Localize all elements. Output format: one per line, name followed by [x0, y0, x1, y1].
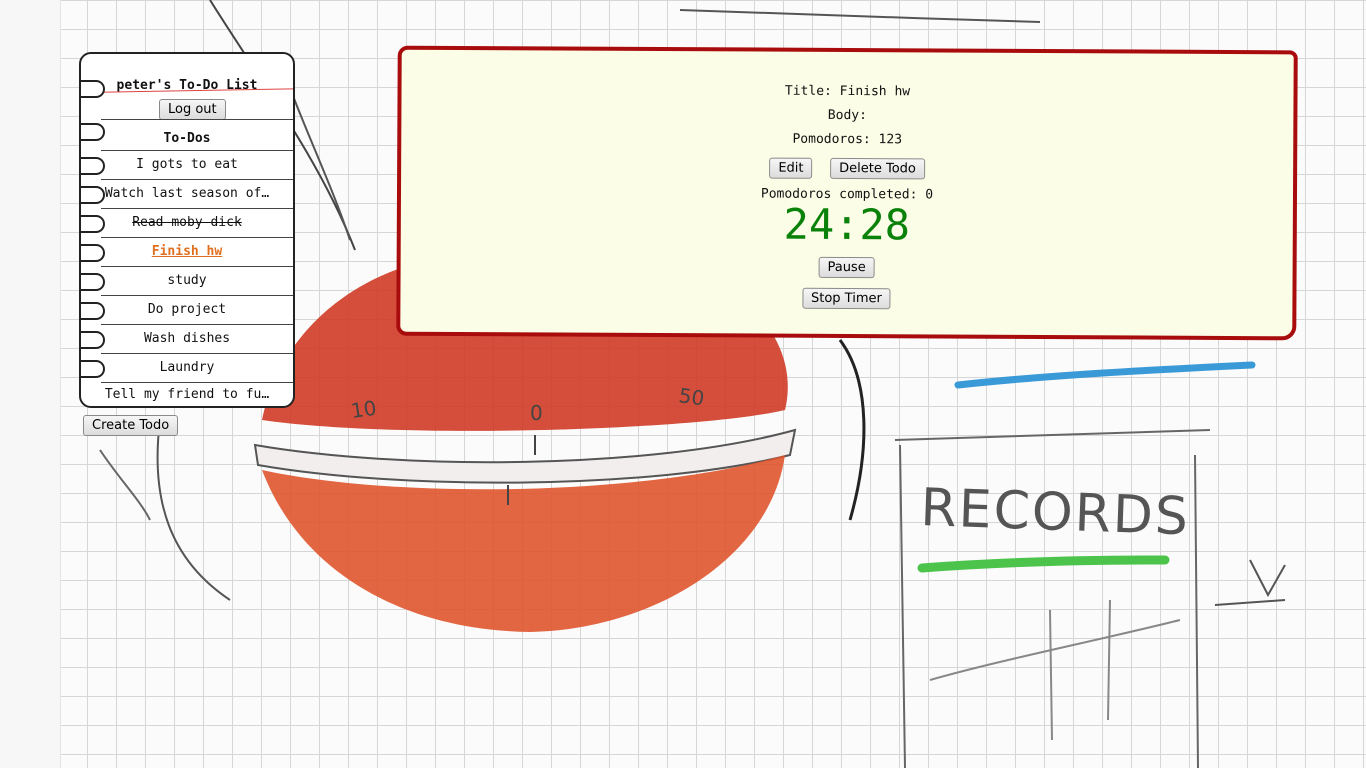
stop-timer-button[interactable]: Stop Timer [801, 287, 891, 310]
todo-detail-panel: Title: Finish hw Body: Pomodoros: 123 Ed… [396, 45, 1298, 341]
todo-actions: Edit Delete Todo [401, 155, 1293, 182]
binder-ring-icon [81, 360, 105, 378]
todo-item[interactable]: Wash dishes [81, 331, 293, 346]
todo-title-text: Title: Finish hw [784, 83, 911, 100]
todo-pomodoros-text: Pomodoros: 123 [792, 131, 903, 148]
todo-item[interactable]: Watch last season of… [81, 186, 293, 201]
countdown-timer: 24:28 [783, 199, 911, 250]
todo-body-text: Body: [827, 107, 868, 124]
todos-heading: To-Dos [163, 131, 211, 146]
dial-number-50: 50 [677, 383, 706, 410]
binder-ring-icon [81, 157, 105, 175]
delete-todo-button[interactable]: Delete Todo [830, 157, 925, 180]
edit-button[interactable]: Edit [769, 157, 813, 179]
dial-number-10: 10 [349, 396, 378, 423]
pause-button[interactable]: Pause [818, 256, 875, 279]
binder-ring-icon [81, 186, 105, 204]
create-todo-button[interactable]: Create Todo [83, 415, 179, 436]
binder-ring-icon [81, 273, 105, 291]
dial-number-0: 0 [530, 401, 543, 425]
todo-item-selected[interactable]: Finish hw [81, 244, 293, 259]
todo-list-panel: peter's To-Do List Log out To-Dos I gots… [79, 52, 295, 408]
binder-ring-icon [81, 123, 105, 141]
logout-button[interactable]: Log out [159, 99, 226, 120]
binder-ring-icon [81, 302, 105, 320]
todo-item[interactable]: Do project [81, 302, 293, 317]
todo-item[interactable]: I gots to eat [81, 157, 293, 172]
binder-ring-icon [81, 80, 105, 98]
records-sketch-label: RECORDS [920, 478, 1191, 547]
notebook-torn-edge [0, 0, 61, 768]
todo-item-completed[interactable]: Read moby dick [81, 215, 293, 230]
todo-item[interactable]: Laundry [81, 360, 293, 375]
binder-ring-icon [81, 244, 105, 262]
binder-ring-icon [81, 215, 105, 233]
todo-item[interactable]: study [81, 273, 293, 288]
todo-item[interactable]: Tell my friend to fu… [81, 387, 293, 402]
binder-ring-icon [81, 331, 105, 349]
